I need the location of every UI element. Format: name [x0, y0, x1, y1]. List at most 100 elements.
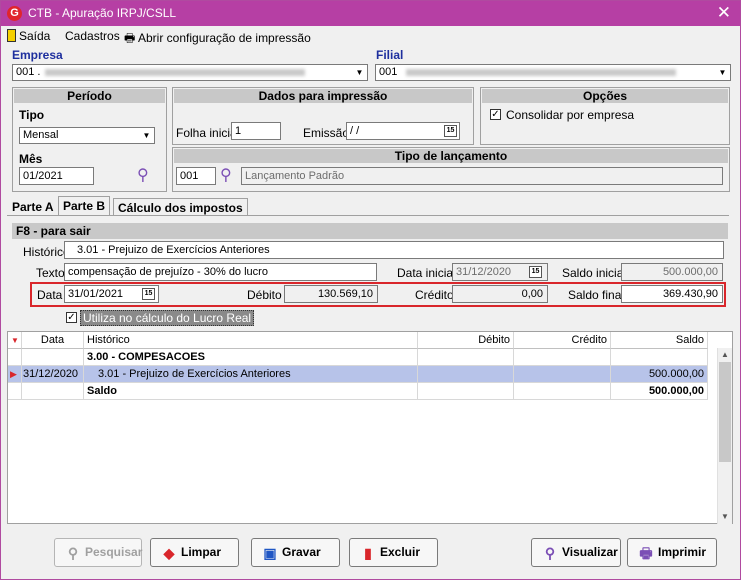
emissao-label: Emissão	[303, 126, 350, 140]
cell-credito	[514, 366, 611, 383]
tab-parte-a[interactable]: Parte A	[8, 198, 58, 216]
tipo-select[interactable]: Mensal ▼	[19, 127, 155, 144]
table-row[interactable]: 3.00 - COMPESACOES	[8, 349, 718, 366]
table-row[interactable]: ▶ 31/12/2020 3.01 - Prejuizo de Exercíci…	[8, 366, 718, 383]
tipo-lancamento-code[interactable]: 001	[176, 167, 216, 185]
tab-calculo-impostos[interactable]: Cálculo dos impostos	[113, 198, 248, 215]
excluir-button[interactable]: ▮ Excluir	[349, 538, 438, 567]
menu-saida[interactable]: Saída	[7, 29, 50, 43]
consolidar-checkbox[interactable]: ✓	[490, 109, 501, 120]
tab-divider	[7, 215, 729, 216]
empresa-label: Empresa	[12, 48, 63, 62]
app-logo-icon: G	[7, 6, 22, 21]
printer-icon: 🖶	[124, 31, 136, 45]
redacted-text	[406, 69, 676, 76]
cell-data	[22, 349, 84, 366]
col-credito[interactable]: Crédito	[514, 332, 611, 349]
grid-header: ▼ Data Histórico Débito Crédito Saldo	[8, 332, 718, 349]
calendar-icon[interactable]: 15	[444, 125, 457, 137]
scroll-thumb[interactable]	[719, 362, 731, 462]
consolidar-label: Consolidar por empresa	[506, 108, 635, 122]
calendar-icon[interactable]: 15	[529, 266, 542, 278]
row-indicator	[8, 349, 22, 366]
texto-label: Texto	[36, 266, 65, 280]
cell-saldo: 500.000,00	[611, 383, 708, 400]
col-saldo[interactable]: Saldo	[611, 332, 708, 349]
debito-value: 130.569,10	[284, 285, 378, 303]
exit-icon	[7, 29, 16, 42]
calendar-icon[interactable]: 15	[142, 288, 155, 300]
limpar-label: Limpar	[181, 545, 222, 559]
tipo-value: Mensal	[23, 129, 59, 141]
search-icon[interactable]: ⚲	[137, 165, 149, 185]
saldo-inicial-input: 500.000,00	[621, 263, 723, 281]
credito-label: Crédito	[415, 288, 454, 302]
imprimir-button[interactable]: 🖶 Imprimir	[627, 538, 717, 567]
tab-parte-b[interactable]: Parte B	[58, 196, 111, 216]
dados-impressao-header: Dados para impressão	[174, 89, 472, 103]
redacted-text	[45, 69, 305, 76]
chevron-down-icon[interactable]: ▼	[139, 128, 154, 143]
tipo-lancamento-desc: Lançamento Padrão	[241, 167, 723, 185]
folha-inicial-input[interactable]: 1	[231, 122, 281, 140]
data-label: Data	[37, 288, 63, 302]
tipo-label: Tipo	[19, 108, 45, 122]
grid-scrollbar[interactable]: ▲ ▼	[717, 348, 732, 524]
mes-input[interactable]: 01/2021	[19, 167, 94, 185]
trash-icon: ▮	[364, 545, 372, 561]
credito-value: 0,00	[452, 285, 548, 303]
texto-input[interactable]: compensação de prejuízo - 30% do lucro	[64, 263, 377, 281]
lucro-real-checkbox[interactable]: ✓	[66, 312, 77, 323]
folha-inicial-label: Folha inicial	[176, 126, 240, 140]
table-row[interactable]: Saldo 500.000,00	[8, 383, 718, 400]
opcoes-header: Opções	[482, 89, 728, 103]
menu-bar: Saída Cadastros 🖶 Abrir configuração de …	[1, 26, 740, 46]
row-indicator	[8, 383, 22, 400]
pesquisar-label: Pesquisar	[85, 545, 143, 559]
search-icon[interactable]: ⚲	[220, 165, 232, 185]
cell-data	[22, 383, 84, 400]
cell-debito	[418, 366, 514, 383]
scroll-up-icon[interactable]: ▲	[718, 348, 732, 362]
chevron-down-icon[interactable]: ▼	[715, 65, 730, 80]
cell-historico: 3.00 - COMPESACOES	[84, 349, 418, 366]
col-data[interactable]: Data	[22, 332, 84, 349]
chevron-down-icon[interactable]: ▼	[352, 65, 367, 80]
periodo-header: Período	[14, 89, 165, 103]
scroll-down-icon[interactable]: ▼	[718, 510, 732, 524]
mes-label: Mês	[19, 152, 43, 166]
historico-input[interactable]: 3.01 - Prejuizo de Exercícios Anteriores	[64, 241, 724, 259]
col-debito[interactable]: Débito	[418, 332, 514, 349]
lancamentos-grid: ▼ Data Histórico Débito Crédito Saldo 3.…	[7, 331, 733, 524]
search-icon: ⚲	[544, 545, 556, 561]
lucro-real-label[interactable]: Utiliza no cálculo do Lucro Real	[80, 310, 255, 326]
menu-cadastros[interactable]: Cadastros	[65, 29, 120, 43]
gravar-button[interactable]: ▣ Gravar	[251, 538, 340, 567]
debito-label: Débito	[247, 288, 282, 302]
col-historico[interactable]: Histórico	[84, 332, 418, 349]
main-window: G CTB - Apuração IRPJ/CSLL ✕ Saída Cadas…	[0, 0, 741, 580]
printer-icon: 🖶	[639, 545, 653, 561]
visualizar-label: Visualizar	[562, 545, 618, 559]
close-icon[interactable]: ✕	[717, 3, 731, 23]
menu-config-label: Abrir configuração de impressão	[138, 31, 311, 45]
visualizar-button[interactable]: ⚲ Visualizar	[531, 538, 621, 567]
limpar-button[interactable]: ◆ Limpar	[150, 538, 239, 567]
eraser-icon: ◆	[163, 545, 175, 561]
cell-historico: Saldo	[84, 383, 418, 400]
emissao-input[interactable]: / /	[346, 122, 460, 140]
empresa-select[interactable]: 001 . ▼	[12, 64, 368, 81]
window-title: CTB - Apuração IRPJ/CSLL	[28, 6, 177, 20]
imprimir-label: Imprimir	[658, 545, 707, 559]
f8-bar: F8 - para sair	[12, 223, 728, 239]
filial-label: Filial	[376, 48, 404, 62]
cell-debito	[418, 383, 514, 400]
empresa-value: 001 .	[16, 66, 41, 78]
title-bar: G CTB - Apuração IRPJ/CSLL ✕	[1, 1, 740, 26]
gravar-label: Gravar	[282, 545, 321, 559]
pesquisar-button[interactable]: ⚲ Pesquisar	[54, 538, 142, 567]
menu-config-impressao[interactable]: 🖶 Abrir configuração de impressão	[124, 29, 311, 50]
filial-select[interactable]: 001 ▼	[375, 64, 731, 81]
cell-saldo: 500.000,00	[611, 366, 708, 383]
saldo-final-value: 369.430,90	[621, 285, 723, 303]
